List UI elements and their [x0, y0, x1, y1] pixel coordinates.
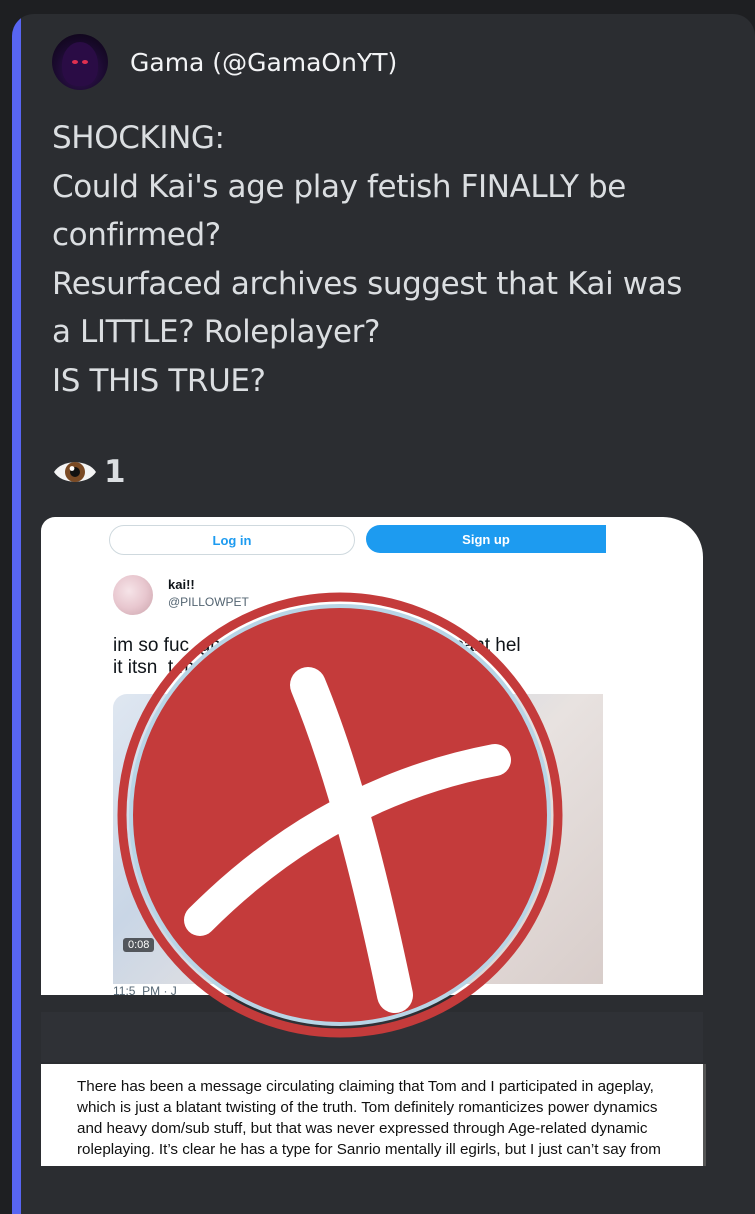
message-line: SHOCKING: — [52, 120, 225, 156]
message-line: Resurfaced archives suggest that Kai was — [52, 265, 683, 302]
message-line: a LITTLE? Roleplayer? — [52, 314, 381, 350]
document-line: There has been a message circulating cla… — [77, 1078, 654, 1095]
document-excerpt: There has been a message circulating cla… — [41, 1064, 706, 1166]
signup-button[interactable]: Sign up — [366, 525, 606, 553]
document-line: roleplaying. It’s clear he has a type fo… — [77, 1141, 661, 1158]
message-line: confirmed? — [52, 217, 221, 253]
document-line: and heavy dom/sub stuff, but that was ne… — [77, 1120, 648, 1137]
document-line: which is just a blatant twisting of the … — [77, 1099, 658, 1116]
author-row: Gama (@GamaOnYT) — [52, 34, 397, 90]
view-reaction[interactable]: 1 — [52, 454, 126, 490]
message-line: Could Kai's age play fetish FINALLY be — [52, 168, 626, 205]
author-avatar[interactable] — [52, 34, 108, 90]
message-text: SHOCKING: Could Kai's age play fetish FI… — [52, 114, 742, 405]
eye-icon — [54, 462, 96, 482]
login-button[interactable]: Log in — [109, 525, 355, 555]
author-name[interactable]: Gama (@GamaOnYT) — [130, 48, 397, 77]
embed-accent-bar — [12, 14, 21, 1214]
red-x-stamp-icon — [117, 592, 563, 1038]
view-count: 1 — [104, 454, 126, 490]
message-line: IS THIS TRUE? — [52, 362, 266, 399]
